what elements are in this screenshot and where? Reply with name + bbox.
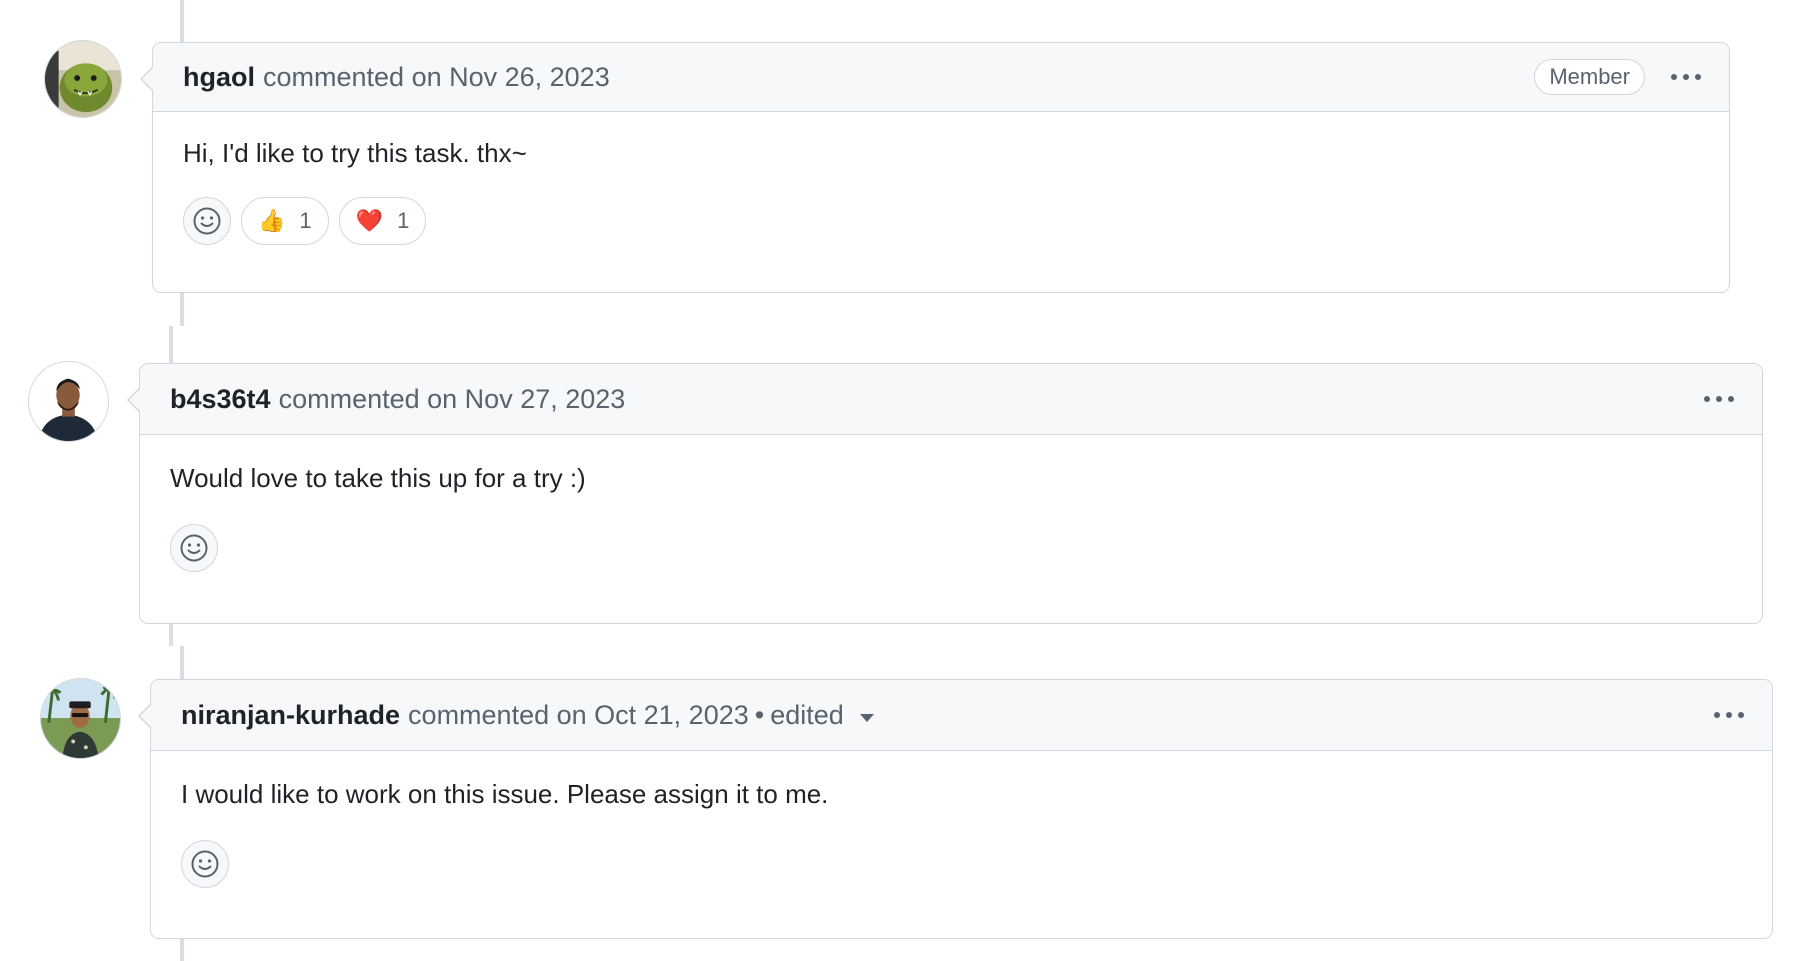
comment-card: niranjan-kurhade commented on Oct 21, 20… (138, 679, 1773, 939)
comment-header-actions (1710, 680, 1748, 750)
comment-body: I would like to work on this issue. Plea… (151, 751, 1772, 888)
more-options-icon[interactable] (1667, 68, 1705, 86)
comment-timestamp[interactable]: commented on Nov 27, 2023 (279, 384, 626, 415)
comment-header-actions (1700, 364, 1738, 434)
avatar-hgaol[interactable] (44, 40, 122, 118)
smiley-icon (193, 207, 221, 235)
reaction-count: 1 (299, 208, 312, 233)
comment-header: niranjan-kurhade commented on Oct 21, 20… (151, 680, 1772, 751)
heart-icon: ❤️ (355, 208, 384, 233)
comment-card: hgaol commented on Nov 26, 2023 Member H… (140, 42, 1730, 293)
member-badge: Member (1534, 59, 1645, 95)
avatar-image (45, 41, 121, 117)
comment-timestamp[interactable]: commented on Nov 26, 2023 (263, 62, 610, 93)
comment-card: b4s36t4 commented on Nov 27, 2023 Would … (127, 363, 1763, 624)
separator-dot: • (754, 699, 765, 730)
avatar-image (29, 362, 108, 441)
reaction-heart[interactable]: ❤️ 1 (338, 197, 427, 245)
timeline-line (180, 646, 184, 681)
smiley-icon (191, 850, 219, 878)
timeline-line (180, 939, 184, 961)
timeline-line (180, 0, 184, 42)
more-options-icon[interactable] (1700, 390, 1738, 408)
comment-timestamp[interactable]: commented on Oct 21, 2023 • edited (408, 700, 874, 731)
avatar-b4s36t4[interactable] (28, 361, 109, 442)
reactions-bar (170, 524, 1732, 572)
avatar-niranjan-kurhade[interactable] (40, 678, 121, 759)
comment-text: Would love to take this up for a try :) (170, 463, 586, 493)
comment-text: Hi, I'd like to try this task. thx~ (183, 138, 527, 168)
reactions-bar (181, 840, 1742, 888)
reaction-count: 1 (397, 208, 410, 233)
comment-header: hgaol commented on Nov 26, 2023 Member (153, 43, 1729, 112)
timeline-line (169, 326, 173, 364)
avatar-image (41, 679, 120, 758)
comment-body: Hi, I'd like to try this task. thx~ 👍 1 … (153, 112, 1729, 245)
add-reaction-button[interactable] (183, 197, 231, 245)
comment-timestamp-text: commented on Oct 21, 2023 (408, 699, 749, 730)
add-reaction-button[interactable] (170, 524, 218, 572)
edited-label[interactable]: edited (770, 700, 844, 730)
comment-header-actions: Member (1534, 43, 1705, 111)
add-reaction-button[interactable] (181, 840, 229, 888)
more-options-icon[interactable] (1710, 706, 1748, 724)
chevron-down-icon[interactable] (859, 714, 874, 723)
issue-timeline: hgaol commented on Nov 26, 2023 Member H… (0, 0, 1800, 961)
comment-header: b4s36t4 commented on Nov 27, 2023 (140, 364, 1762, 435)
comment-body: Would love to take this up for a try :) (140, 435, 1762, 572)
reactions-bar: 👍 1 ❤️ 1 (183, 197, 1699, 245)
comment-author[interactable]: b4s36t4 (170, 384, 271, 415)
comment-text: I would like to work on this issue. Plea… (181, 779, 829, 809)
timeline-line (180, 292, 184, 326)
timeline-line (169, 624, 173, 646)
comment-author[interactable]: niranjan-kurhade (181, 700, 400, 731)
comment-author[interactable]: hgaol (183, 62, 255, 93)
reaction-thumbs-up[interactable]: 👍 1 (241, 197, 329, 245)
thumbs-up-icon: 👍 (258, 208, 286, 233)
smiley-icon (180, 534, 208, 562)
